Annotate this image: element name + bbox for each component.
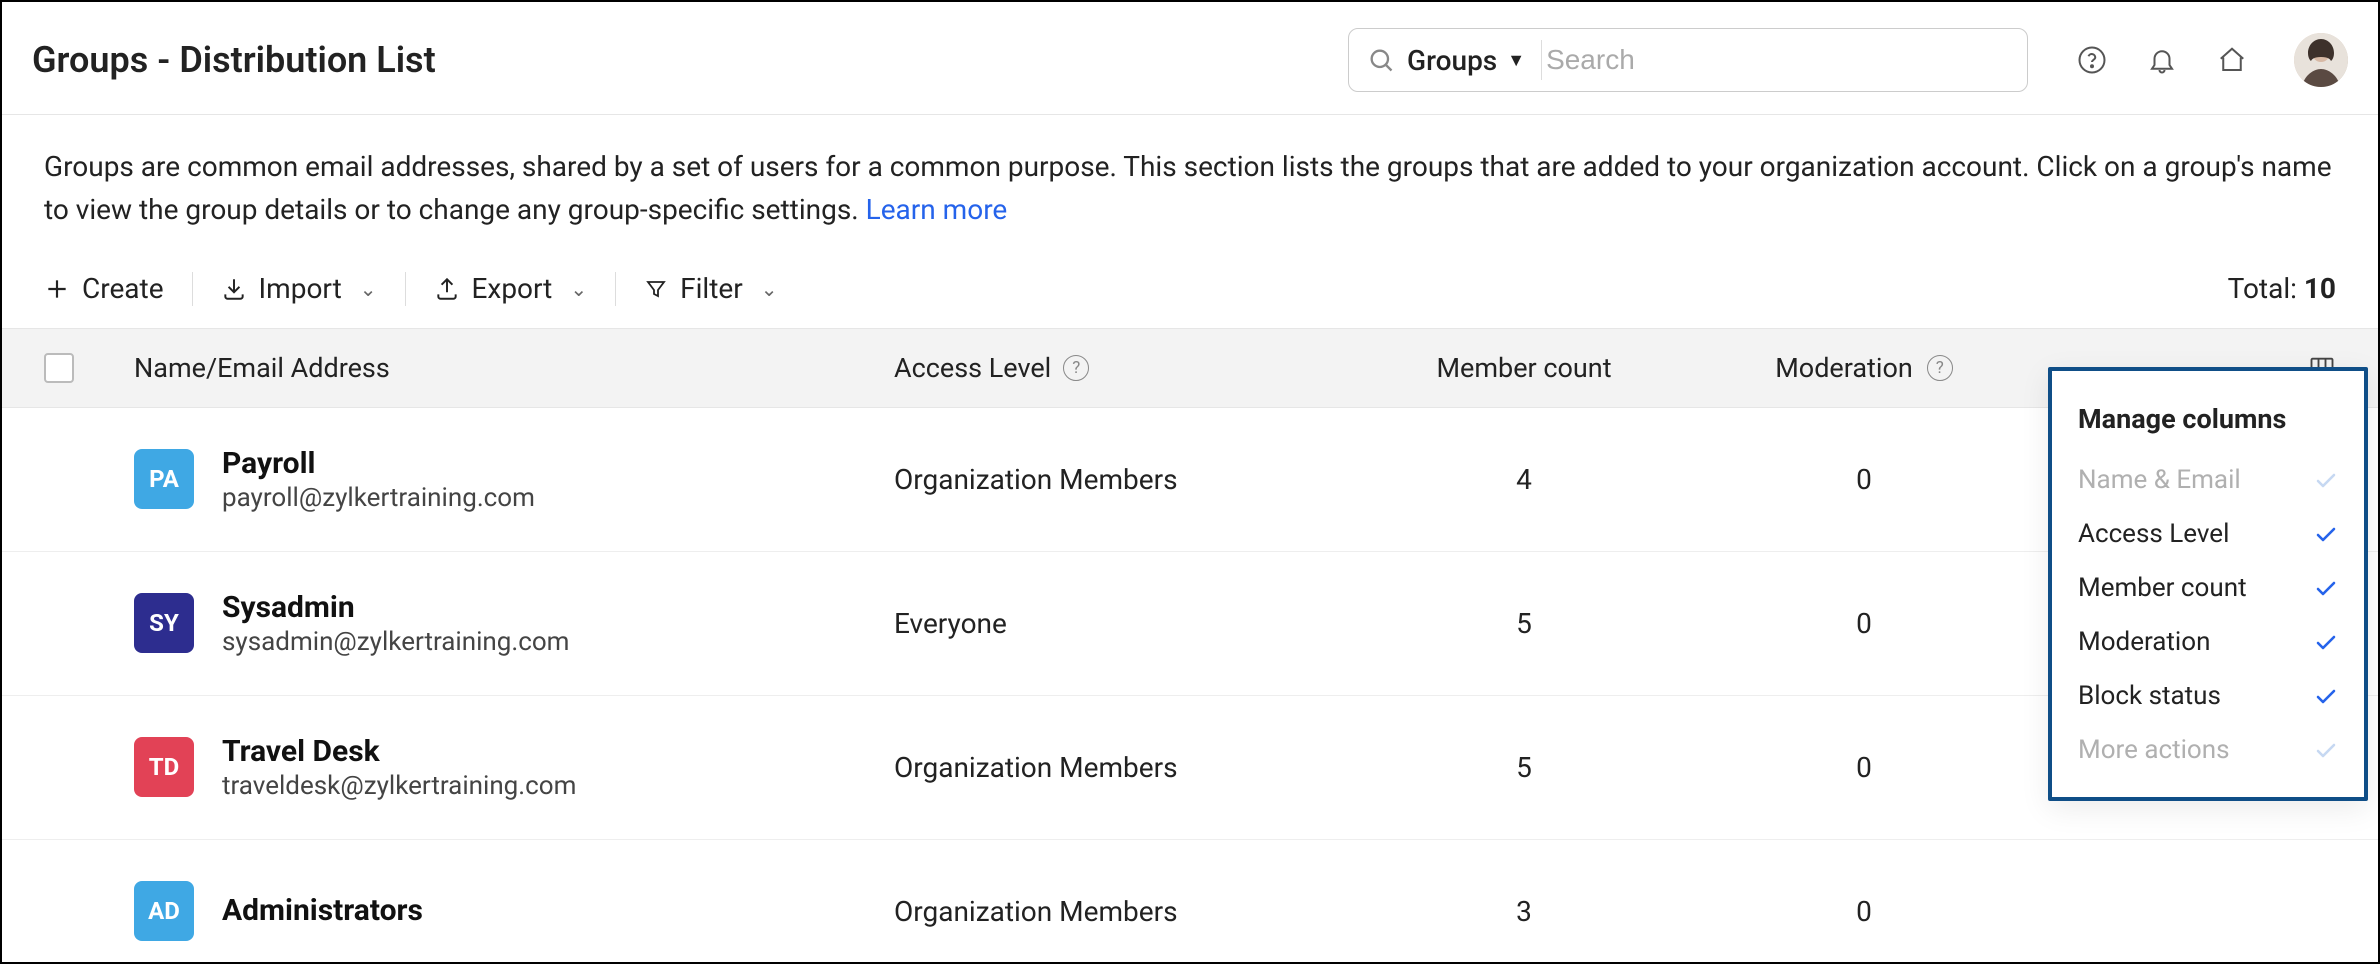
topbar-actions <box>2074 33 2348 87</box>
chevron-down-icon: ⌄ <box>360 277 377 301</box>
column-toggle-label: Access Level <box>2078 519 2229 549</box>
col-access[interactable]: Access Level ? <box>894 352 1354 384</box>
column-toggle-label: Block status <box>2078 681 2221 711</box>
table-row[interactable]: SY Sysadmin sysadmin@zylkertraining.com … <box>2 552 2378 696</box>
export-button[interactable]: Export ⌄ <box>434 272 588 305</box>
column-toggle-label: Member count <box>2078 573 2247 603</box>
check-icon <box>2314 630 2338 654</box>
moderation-value: 0 <box>1694 463 2034 496</box>
search-scope-label: Groups <box>1407 44 1497 77</box>
check-icon <box>2314 738 2338 762</box>
column-toggle-item[interactable]: Access Level <box>2052 507 2364 561</box>
access-level-value: Organization Members <box>894 751 1354 784</box>
column-toggle-item[interactable]: Block status <box>2052 669 2364 723</box>
page-title: Groups - Distribution List <box>32 39 436 81</box>
column-toggle-item[interactable]: Member count <box>2052 561 2364 615</box>
avatar[interactable] <box>2294 33 2348 87</box>
group-name[interactable]: Travel Desk <box>222 734 576 769</box>
filter-button[interactable]: Filter ⌄ <box>644 272 777 305</box>
column-toggle-label: More actions <box>2078 735 2230 765</box>
chevron-down-icon: ⌄ <box>570 277 587 301</box>
export-icon <box>434 276 460 302</box>
help-icon[interactable] <box>2074 42 2110 78</box>
access-level-value: Organization Members <box>894 463 1354 496</box>
member-count-value: 5 <box>1354 751 1694 784</box>
group-email: traveldesk@zylkertraining.com <box>222 771 576 801</box>
filter-icon <box>644 277 668 301</box>
member-count-value: 4 <box>1354 463 1694 496</box>
group-email: sysadmin@zylkertraining.com <box>222 627 569 657</box>
topbar: Groups - Distribution List Groups ▼ <box>2 2 2378 115</box>
table-body: PA Payroll payroll@zylkertraining.com Or… <box>2 408 2378 964</box>
import-icon <box>221 276 247 302</box>
group-email: payroll@zylkertraining.com <box>222 483 535 513</box>
group-name[interactable]: Payroll <box>222 446 535 481</box>
learn-more-link[interactable]: Learn more <box>866 193 1008 226</box>
bell-icon[interactable] <box>2144 42 2180 78</box>
group-name[interactable]: Sysadmin <box>222 590 569 625</box>
search-scope-dropdown[interactable]: Groups ▼ <box>1407 44 1525 77</box>
column-toggle-label: Name & Email <box>2078 465 2241 495</box>
group-avatar: AD <box>134 881 194 941</box>
table-row[interactable]: AD Administrators Organization Members 3… <box>2 840 2378 964</box>
table-row[interactable]: PA Payroll payroll@zylkertraining.com Or… <box>2 408 2378 552</box>
column-toggle-label: Moderation <box>2078 627 2210 657</box>
table-row[interactable]: TD Travel Desk traveldesk@zylkertraining… <box>2 696 2378 840</box>
intro-text: Groups are common email addresses, share… <box>2 115 2378 232</box>
select-all-checkbox[interactable] <box>44 353 74 383</box>
access-level-value: Organization Members <box>894 895 1354 928</box>
import-button[interactable]: Import ⌄ <box>221 272 377 305</box>
column-toggle-item[interactable]: More actions <box>2052 723 2364 777</box>
toolbar: Create Import ⌄ Export ⌄ Filter ⌄ Total:… <box>2 232 2378 328</box>
column-toggle-item[interactable]: Name & Email <box>2052 453 2364 507</box>
chevron-down-icon: ⌄ <box>761 277 778 301</box>
check-icon <box>2314 576 2338 600</box>
group-name[interactable]: Administrators <box>222 893 423 928</box>
moderation-value: 0 <box>1694 607 2034 640</box>
help-icon[interactable]: ? <box>1063 355 1089 381</box>
col-name[interactable]: Name/Email Address <box>134 352 894 384</box>
manage-columns-title: Manage columns <box>2052 387 2364 453</box>
check-icon <box>2314 468 2338 492</box>
plus-icon <box>44 276 70 302</box>
moderation-value: 0 <box>1694 751 2034 784</box>
member-count-value: 3 <box>1354 895 1694 928</box>
table-header: Name/Email Address Access Level ? Member… <box>2 328 2378 408</box>
check-icon <box>2314 522 2338 546</box>
col-member[interactable]: Member count <box>1354 352 1694 384</box>
manage-columns-popover[interactable]: Manage columns Name & Email Access Level… <box>2048 367 2368 801</box>
total-count: Total: 10 <box>2228 272 2336 305</box>
search-icon <box>1367 46 1395 74</box>
moderation-value: 0 <box>1694 895 2034 928</box>
app-window: Groups - Distribution List Groups ▼ <box>0 0 2380 964</box>
group-avatar: TD <box>134 737 194 797</box>
group-avatar: SY <box>134 593 194 653</box>
search-box[interactable]: Groups ▼ <box>1348 28 2028 92</box>
member-count-value: 5 <box>1354 607 1694 640</box>
caret-down-icon: ▼ <box>1507 50 1525 71</box>
help-icon[interactable]: ? <box>1927 355 1953 381</box>
col-moderation[interactable]: Moderation ? <box>1694 352 2034 384</box>
search-input[interactable] <box>1546 44 2009 76</box>
create-button[interactable]: Create <box>44 272 164 305</box>
access-level-value: Everyone <box>894 607 1354 640</box>
group-avatar: PA <box>134 449 194 509</box>
column-toggle-item[interactable]: Moderation <box>2052 615 2364 669</box>
check-icon <box>2314 684 2338 708</box>
home-icon[interactable] <box>2214 42 2250 78</box>
